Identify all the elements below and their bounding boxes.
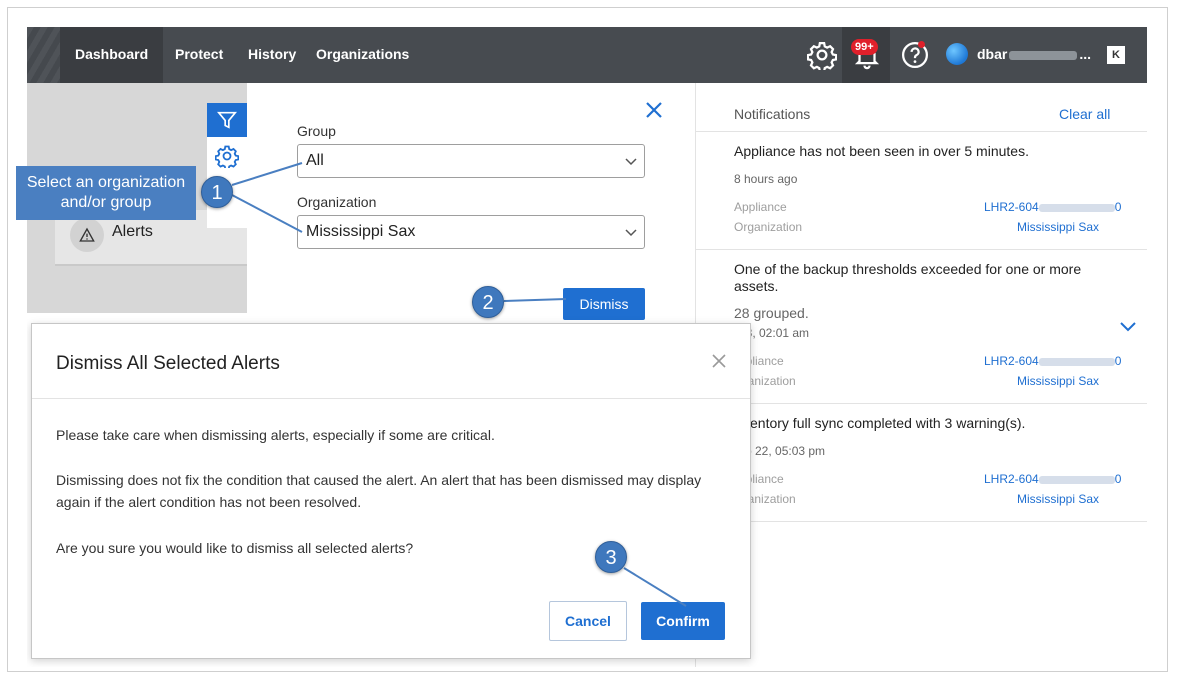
close-icon[interactable] <box>644 100 664 120</box>
notification-message: One of the backup thresholds exceeded fo… <box>734 261 1082 294</box>
filter-icon <box>217 111 237 129</box>
nav-history[interactable]: History <box>248 27 296 83</box>
redacted-appliance-id <box>1038 475 1115 484</box>
notification-organization-link[interactable]: Mississippi Sax <box>1017 374 1099 388</box>
confirm-button[interactable]: Confirm <box>641 602 725 640</box>
notification-grouped-count: 28 grouped. <box>734 305 809 321</box>
divider <box>696 131 1147 132</box>
app-window: Dashboard Protect History Organizations … <box>27 27 1147 667</box>
redacted-appliance-id <box>1038 203 1115 212</box>
clear-all-link[interactable]: Clear all <box>1059 106 1110 122</box>
help-indicator-dot <box>918 41 925 48</box>
dialog-title: Dismiss All Selected Alerts <box>56 353 280 374</box>
close-icon[interactable] <box>711 353 727 369</box>
user-menu[interactable]: dbar... <box>977 27 1091 81</box>
organization-select[interactable]: Mississippi Sax <box>297 215 645 249</box>
chevron-down-icon <box>625 229 637 237</box>
dialog-paragraph-1: Please take care when dismissing alerts,… <box>56 427 495 443</box>
nav-protect[interactable]: Protect <box>175 27 223 83</box>
notification-appliance-link[interactable]: LHR2-604 0 <box>984 354 1121 368</box>
annotation-callout: Select an organization and/or group <box>16 166 196 220</box>
nav-dashboard[interactable]: Dashboard <box>60 27 164 83</box>
notification-count-badge: 99+ <box>851 39 878 55</box>
chevron-down-icon <box>625 158 637 166</box>
alerts-icon-circle <box>70 218 104 252</box>
notification-time: 8 hours ago <box>734 172 798 186</box>
divider <box>696 249 1147 250</box>
gear-icon[interactable] <box>215 144 239 168</box>
redacted-appliance-id <box>1038 357 1115 366</box>
divider <box>696 403 1147 404</box>
chevron-down-icon[interactable] <box>1119 320 1137 334</box>
organization-label: Organization <box>297 194 377 210</box>
appliance-value: LHR2-604 <box>984 354 1039 368</box>
alerts-label: Alerts <box>112 223 153 240</box>
dialog-divider <box>32 398 750 399</box>
warning-icon <box>79 227 95 242</box>
appliance-value: LHR2-604 <box>984 472 1039 486</box>
nav-organizations[interactable]: Organizations <box>316 27 409 83</box>
group-select[interactable]: All <box>297 144 645 178</box>
user-name-suffix: ... <box>1079 46 1092 62</box>
group-select-value: All <box>306 152 324 169</box>
cancel-button[interactable]: Cancel <box>549 601 627 641</box>
step-2-marker: 2 <box>472 286 504 318</box>
filter-button[interactable] <box>207 103 247 137</box>
dialog-paragraph-3: Are you sure you would like to dismiss a… <box>56 540 414 556</box>
gear-icon[interactable] <box>807 40 837 70</box>
notification-appliance-key: Appliance <box>734 200 787 214</box>
dialog-paragraph-2: Dismissing does not fix the condition th… <box>56 472 702 510</box>
notification-message: Appliance has not been seen in over 5 mi… <box>734 143 1029 159</box>
notification-organization-key: Organization <box>734 220 803 234</box>
appliance-value: LHR2-604 <box>984 200 1039 214</box>
step-3-marker: 3 <box>595 541 627 573</box>
redacted-user-name <box>1009 50 1078 60</box>
appliance-end: 0 <box>1114 200 1122 214</box>
appliance-end: 0 <box>1114 472 1122 486</box>
notification-organization-link[interactable]: Mississippi Sax <box>1017 220 1099 234</box>
avatar[interactable] <box>946 43 968 65</box>
group-label: Group <box>297 123 336 139</box>
organization-select-value: Mississippi Sax <box>306 223 416 240</box>
brand-logo: K <box>1107 46 1125 64</box>
help-icon[interactable] <box>900 40 930 70</box>
step-1-marker: 1 <box>201 176 233 208</box>
user-name-prefix: dbar <box>977 46 1008 62</box>
top-nav: Dashboard Protect History Organizations … <box>27 27 1147 83</box>
divider <box>696 521 1147 522</box>
notification-organization-link[interactable]: Mississippi Sax <box>1017 492 1099 506</box>
notification-message: ventory full sync completed with 3 warni… <box>743 415 1026 431</box>
notification-appliance-link[interactable]: LHR2-604 0 <box>984 200 1121 214</box>
notifications-title: Notifications <box>734 106 811 122</box>
notification-appliance-link[interactable]: LHR2-604 0 <box>984 472 1121 486</box>
appliance-end: 0 <box>1114 354 1122 368</box>
notification-time: p 22, 05:03 pm <box>745 444 826 458</box>
dismiss-button[interactable]: Dismiss <box>563 288 645 320</box>
